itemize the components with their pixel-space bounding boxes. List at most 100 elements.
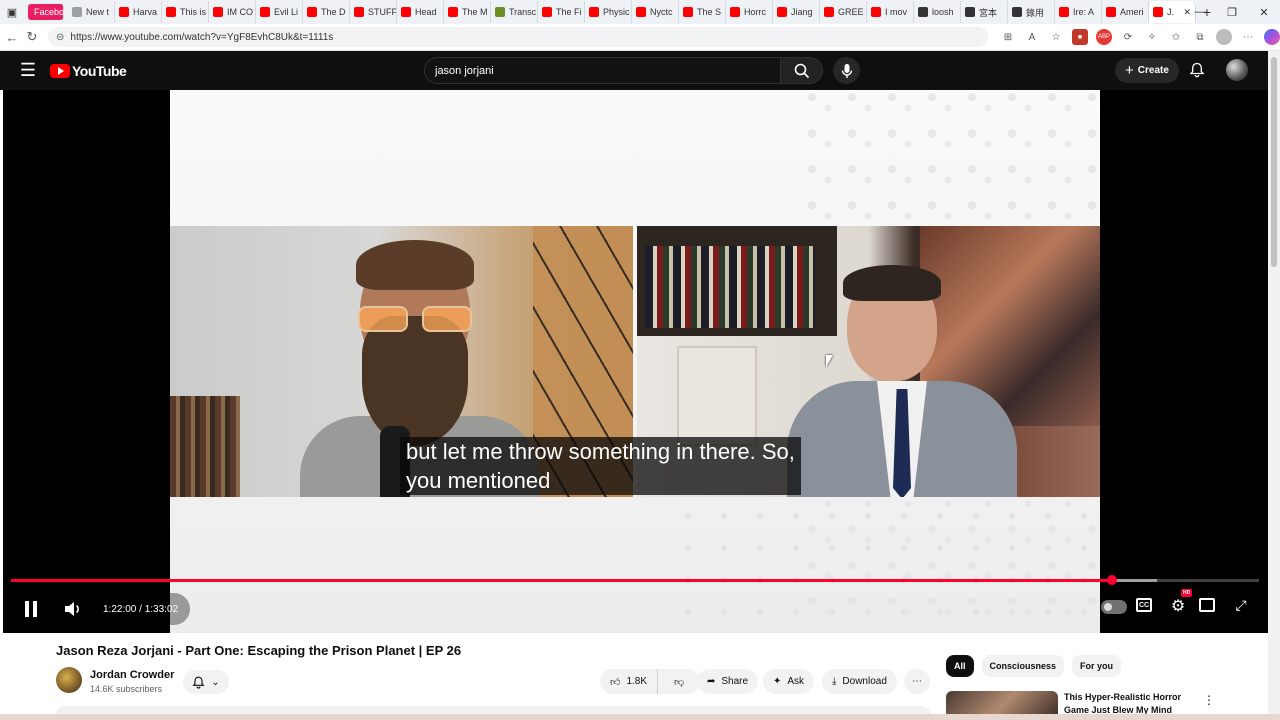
- puzzle-icon[interactable]: ✧: [1144, 29, 1160, 45]
- channel-avatar[interactable]: [56, 667, 82, 693]
- guest-hair: [843, 265, 941, 301]
- pause-button[interactable]: [17, 595, 45, 623]
- create-button[interactable]: + Create: [1115, 58, 1179, 83]
- browser-tab[interactable]: 宮本: [961, 1, 1008, 23]
- chip-all[interactable]: All: [946, 655, 974, 677]
- tab-favicon-icon: [730, 7, 740, 17]
- browser-tab[interactable]: Facebo: [28, 4, 64, 20]
- search-button[interactable]: [781, 57, 823, 84]
- chip-consciousness[interactable]: Consciousness: [981, 655, 1065, 677]
- video-title: Jason Reza Jorjani - Part One: Escaping …: [56, 643, 462, 658]
- browser-tab[interactable]: The S: [679, 1, 726, 23]
- browser-tab[interactable]: Ameri: [1102, 1, 1149, 23]
- browser-tab[interactable]: Horrc: [726, 1, 773, 23]
- tab-favicon-icon: [1059, 7, 1069, 17]
- tab-label: New t: [86, 7, 110, 17]
- ask-button[interactable]: ✦ Ask: [763, 669, 815, 694]
- favorites-icon[interactable]: ✩: [1168, 29, 1184, 45]
- browser-tab[interactable]: Ire: A: [1055, 1, 1102, 23]
- share-button[interactable]: ➦ Share: [697, 669, 759, 694]
- scrollbar-thumb[interactable]: [1271, 57, 1277, 267]
- like-button[interactable]: 👍︎ 1.8K: [600, 669, 659, 694]
- browser-tab[interactable]: The M: [444, 1, 491, 23]
- refresh-extension-icon[interactable]: ⟳: [1120, 29, 1136, 45]
- browser-tab[interactable]: loosh: [914, 1, 961, 23]
- browser-tab[interactable]: This is: [162, 1, 209, 23]
- browser-tab[interactable]: Nyctc: [632, 1, 679, 23]
- volume-button[interactable]: [61, 595, 85, 623]
- browser-tab[interactable]: The Fi: [538, 1, 585, 23]
- youtube-logo[interactable]: YouTube: [50, 63, 127, 79]
- tab-favicon-icon: [542, 7, 552, 17]
- tab-label: Transc: [509, 7, 537, 17]
- browser-tab[interactable]: The D: [303, 1, 350, 23]
- collections-icon[interactable]: ⧉: [1192, 29, 1208, 45]
- tab-favicon-icon: [871, 7, 881, 17]
- back-icon[interactable]: ←: [2, 25, 22, 49]
- browser-tab[interactable]: Jiang: [773, 1, 820, 23]
- browser-tab[interactable]: Evil Li: [256, 1, 303, 23]
- minimize-icon[interactable]: —: [1184, 0, 1216, 24]
- more-menu-icon[interactable]: ⋯: [1240, 29, 1256, 45]
- notifications-bell-icon[interactable]: [1187, 60, 1207, 80]
- dislike-button[interactable]: 👎︎: [664, 669, 694, 694]
- settings-gear-icon[interactable]: ⚙: [1167, 595, 1189, 617]
- browser-tab[interactable]: GREE: [820, 1, 867, 23]
- favorite-star-icon[interactable]: ☆: [1048, 29, 1064, 45]
- more-horizontal-icon: ⋯: [912, 676, 922, 687]
- tab-favicon-icon: [683, 7, 693, 17]
- browser-tab[interactable]: Head: [397, 1, 444, 23]
- voice-search-button[interactable]: [833, 57, 860, 84]
- channel-name[interactable]: Jordan Crowder: [90, 669, 174, 681]
- split-screen-icon[interactable]: ⊞: [1000, 29, 1016, 45]
- browser-tab[interactable]: I mov: [867, 1, 914, 23]
- pause-icon: [25, 601, 37, 617]
- chip-for-you[interactable]: For you: [1072, 655, 1122, 677]
- browser-tab[interactable]: Harva: [115, 1, 162, 23]
- browser-tab-strip: ▣ Facebo New t Harva This is IM CO Evil Li The…: [0, 0, 1280, 24]
- autoplay-toggle[interactable]: [1101, 600, 1127, 614]
- recommended-more-icon[interactable]: ⋮: [1203, 692, 1215, 708]
- tab-label: Harva: [133, 7, 158, 17]
- browser-tab[interactable]: Transc: [491, 1, 538, 23]
- close-icon[interactable]: ✕: [1248, 0, 1280, 24]
- time-display[interactable]: 1:22:00 / 1:33:02: [91, 593, 191, 625]
- browser-tab[interactable]: New t: [68, 1, 115, 23]
- account-avatar[interactable]: [1226, 59, 1248, 81]
- browser-tab[interactable]: 錄用: [1008, 1, 1055, 23]
- adblock-icon[interactable]: ABP: [1096, 29, 1112, 45]
- site-info-icon[interactable]: ⊝: [56, 32, 64, 43]
- host-glasses: [358, 306, 472, 332]
- video-player[interactable]: but let me throw something in there. So,…: [3, 90, 1268, 633]
- fullscreen-icon[interactable]: ⤢: [1231, 595, 1251, 615]
- download-button[interactable]: ⤓ Download: [822, 669, 897, 694]
- page-scrollbar[interactable]: [1268, 51, 1280, 720]
- browser-tab[interactable]: IM CO: [209, 1, 256, 23]
- browser-tab[interactable]: STUFF: [350, 1, 397, 23]
- search-input[interactable]: [424, 57, 781, 84]
- restore-icon[interactable]: ❐: [1216, 0, 1248, 24]
- tab-actions-icon[interactable]: ▣: [0, 1, 24, 23]
- subtitles-button[interactable]: CC: [1136, 598, 1152, 612]
- tab-favicon-icon: [213, 7, 223, 17]
- tab-favicon-icon: [354, 7, 364, 17]
- tab-favicon-icon: [72, 7, 82, 17]
- tab-label: This is: [180, 7, 207, 17]
- read-aloud-icon[interactable]: A: [1024, 29, 1040, 45]
- url-field[interactable]: ⊝ https://www.youtube.com/watch?v=YgF8Ev…: [48, 27, 988, 47]
- tab-label: Ire: A: [1073, 7, 1095, 17]
- bell-icon: [192, 676, 205, 688]
- progress-bar[interactable]: [11, 575, 1259, 585]
- browser-tab[interactable]: Physic: [585, 1, 632, 23]
- hamburger-menu-icon[interactable]: ☰: [16, 59, 40, 83]
- progress-played: [11, 579, 1112, 582]
- profile-icon[interactable]: [1216, 29, 1232, 45]
- progress-scrubber-handle[interactable]: [1106, 575, 1117, 585]
- subscribed-bell-button[interactable]: ⌄: [183, 670, 229, 694]
- theater-mode-button[interactable]: [1199, 598, 1215, 612]
- copilot-icon[interactable]: [1264, 29, 1280, 45]
- tab-label: Horrc: [744, 7, 766, 17]
- reload-icon[interactable]: ↻: [22, 25, 42, 49]
- extension-icon[interactable]: ■: [1072, 29, 1088, 45]
- more-actions-button[interactable]: ⋯: [904, 669, 930, 694]
